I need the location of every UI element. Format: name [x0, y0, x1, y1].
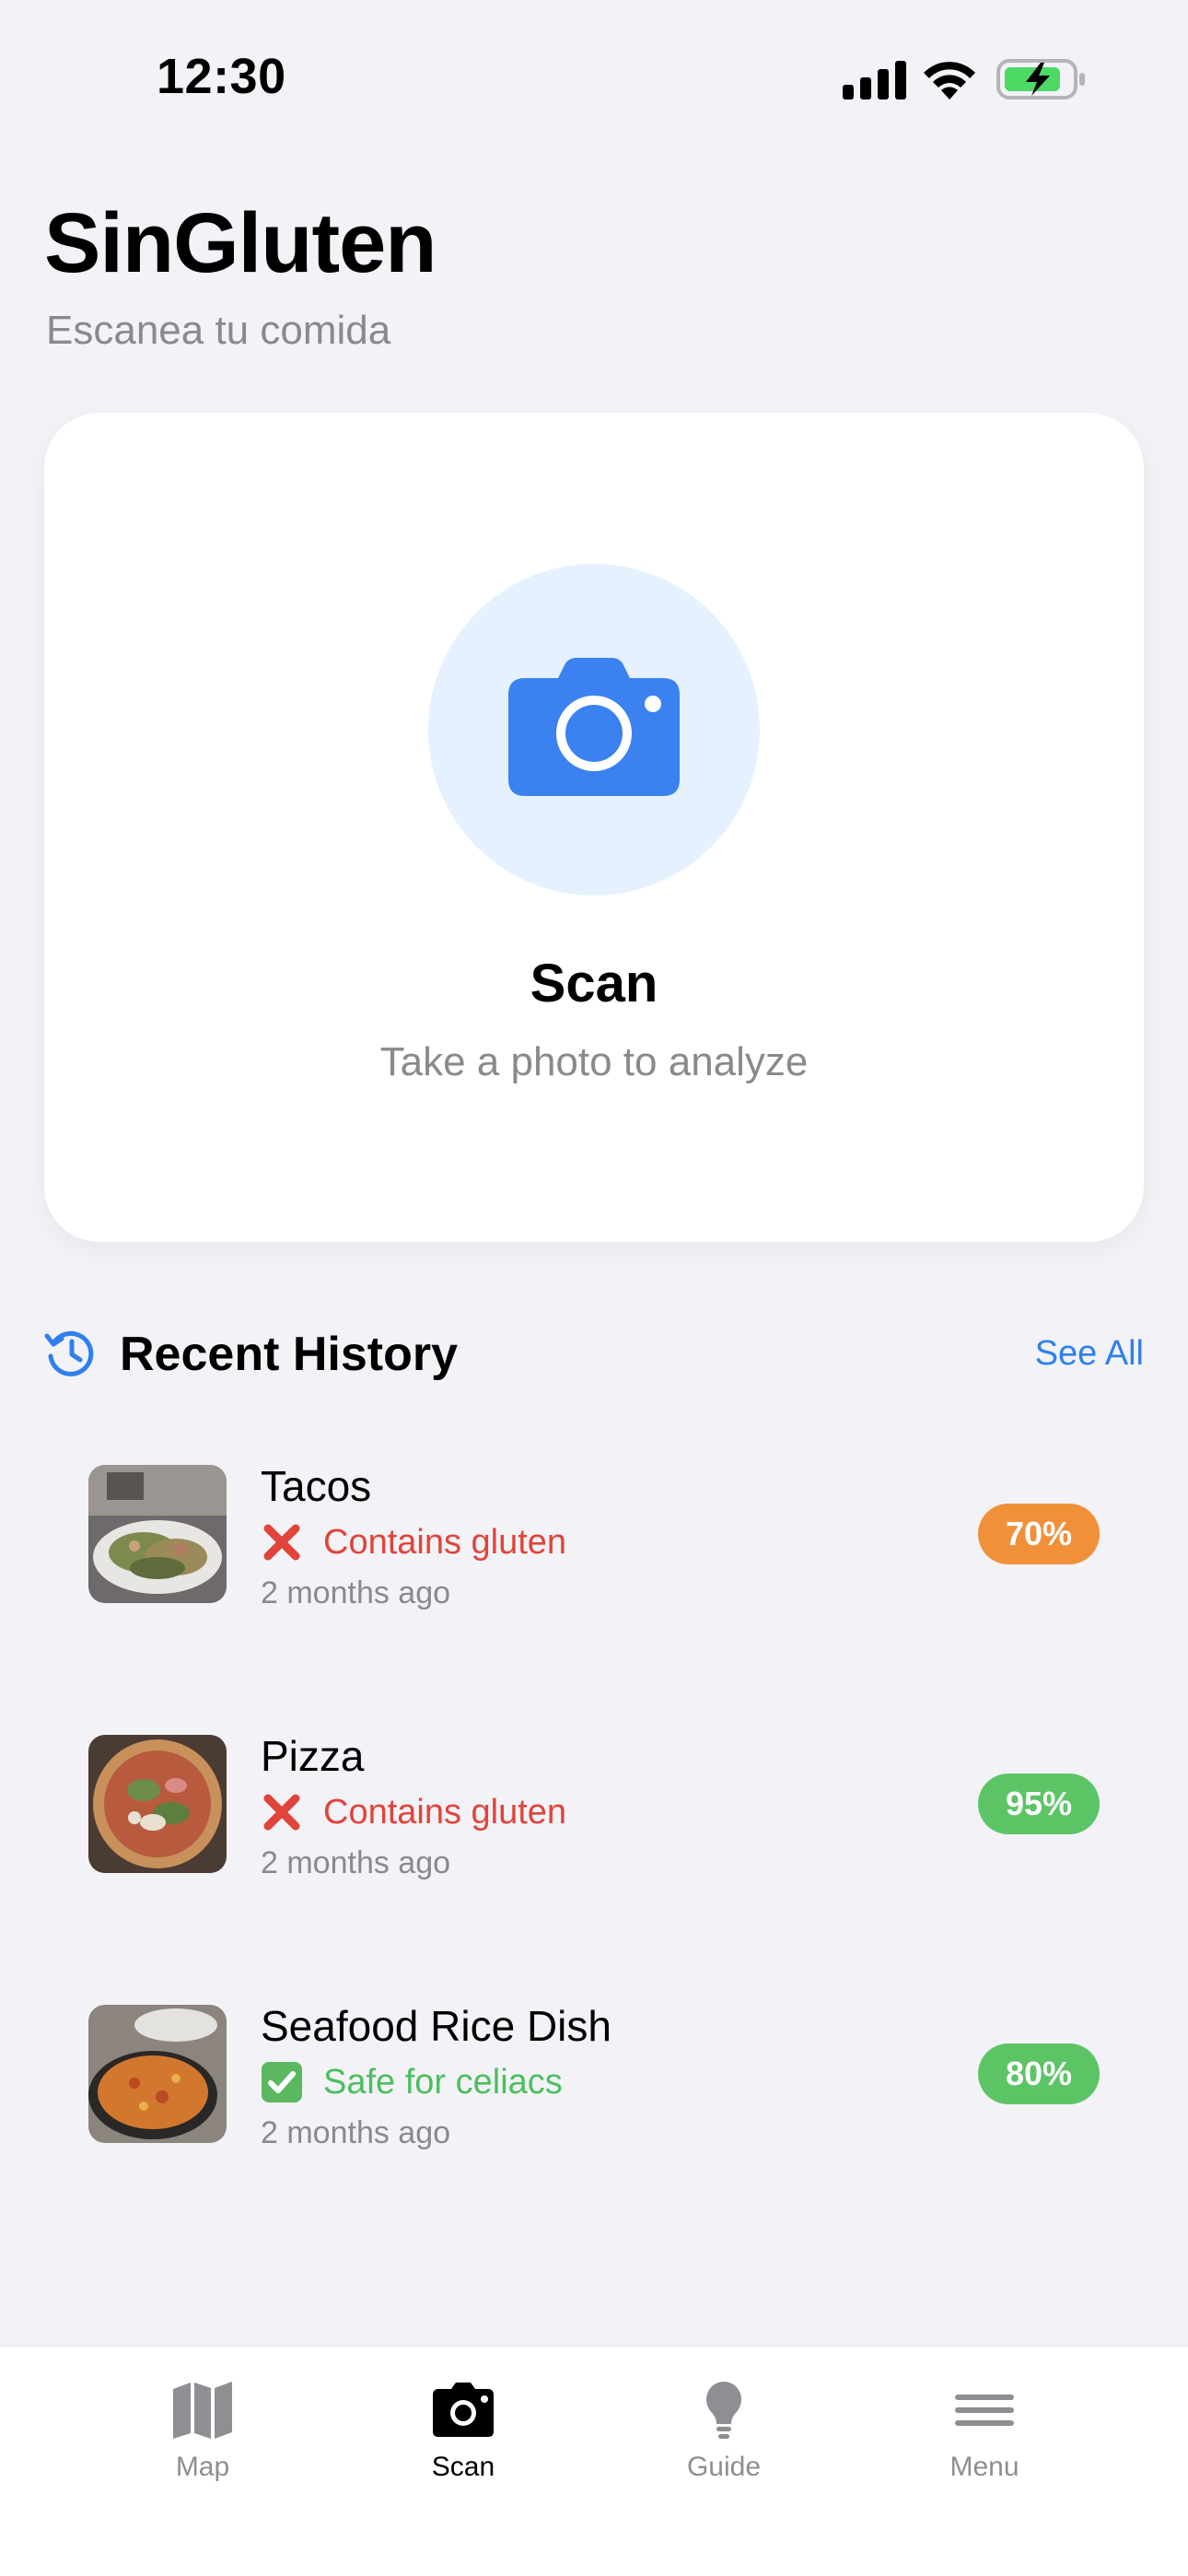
gluten-status-text: Safe for celiacs: [323, 2062, 563, 2102]
cross-mark-icon: [263, 1794, 300, 1831]
lightbulb-icon: [706, 2382, 741, 2439]
tab-guide[interactable]: Guide: [632, 2380, 816, 2500]
food-thumbnail: [88, 1735, 227, 1873]
status-bar: 12:30: [0, 0, 1188, 157]
recent-history-header: Recent History See All: [44, 1327, 1144, 1382]
cellular-signal-icon: [843, 61, 906, 100]
status-time: 12:30: [157, 49, 286, 104]
tab-label: Map: [175, 2452, 230, 2482]
tab-menu[interactable]: Menu: [892, 2380, 1077, 2500]
food-thumbnail: [88, 2005, 227, 2143]
scan-screen: 12:30 SinGluten Escanea tu comida Scan T…: [0, 0, 1188, 2576]
gluten-status: Safe for celiacs: [261, 2060, 563, 2104]
cross-mark-icon: [263, 1524, 300, 1561]
menu-icon: [955, 2395, 1014, 2426]
gluten-status: Contains gluten: [261, 1790, 566, 1834]
history-item[interactable]: Pizza Contains gluten 2 months ago 95%: [88, 1732, 1100, 1882]
recent-history-title: Recent History: [120, 1328, 458, 1381]
food-thumbnail: [88, 1465, 227, 1603]
history-item[interactable]: Tacos Contains gluten 2 months ago 70%: [88, 1462, 1100, 1612]
tab-label: Guide: [686, 2452, 762, 2482]
tab-label: Scan: [431, 2452, 495, 2482]
battery-charging-icon: [996, 59, 1085, 100]
gluten-status: Contains gluten: [261, 1520, 566, 1564]
wifi-icon: [924, 62, 975, 100]
gluten-status-text: Contains gluten: [323, 1792, 567, 1832]
history-item-name: Tacos: [261, 1462, 372, 1510]
map-icon: [173, 2382, 232, 2439]
history-item-time: 2 months ago: [261, 2115, 451, 2150]
app-title: SinGluten: [44, 196, 437, 290]
tab-bar: Map Scan Guide Menu: [0, 2346, 1188, 2576]
tab-scan[interactable]: Scan: [371, 2380, 555, 2500]
gluten-status-text: Contains gluten: [323, 1522, 567, 1562]
scan-camera-button[interactable]: [428, 564, 760, 896]
history-item-name: Pizza: [261, 1732, 365, 1780]
scan-card[interactable]: Scan Take a photo to analyze: [44, 413, 1144, 1242]
history-item-time: 2 months ago: [261, 1575, 451, 1610]
confidence-badge: 95%: [978, 1774, 1100, 1834]
history-item-name: Seafood Rice Dish: [261, 2002, 611, 2050]
tab-map[interactable]: Map: [111, 2380, 295, 2500]
camera-icon: [508, 658, 680, 796]
history-item-time: 2 months ago: [261, 1845, 451, 1880]
history-clock-icon: [44, 1330, 94, 1376]
scan-title: Scan: [530, 954, 658, 1013]
confidence-badge: 80%: [978, 2043, 1100, 2104]
app-subtitle: Escanea tu comida: [46, 308, 391, 353]
check-mark-icon: [262, 2062, 302, 2102]
tab-label: Menu: [949, 2452, 1019, 2482]
see-all-link[interactable]: See All: [1035, 1334, 1144, 1374]
scan-subtitle: Take a photo to analyze: [379, 1039, 809, 1084]
confidence-badge: 70%: [978, 1504, 1100, 1564]
camera-icon: [433, 2383, 494, 2437]
history-item[interactable]: Seafood Rice Dish Safe for celiacs 2 mon…: [88, 2002, 1100, 2152]
